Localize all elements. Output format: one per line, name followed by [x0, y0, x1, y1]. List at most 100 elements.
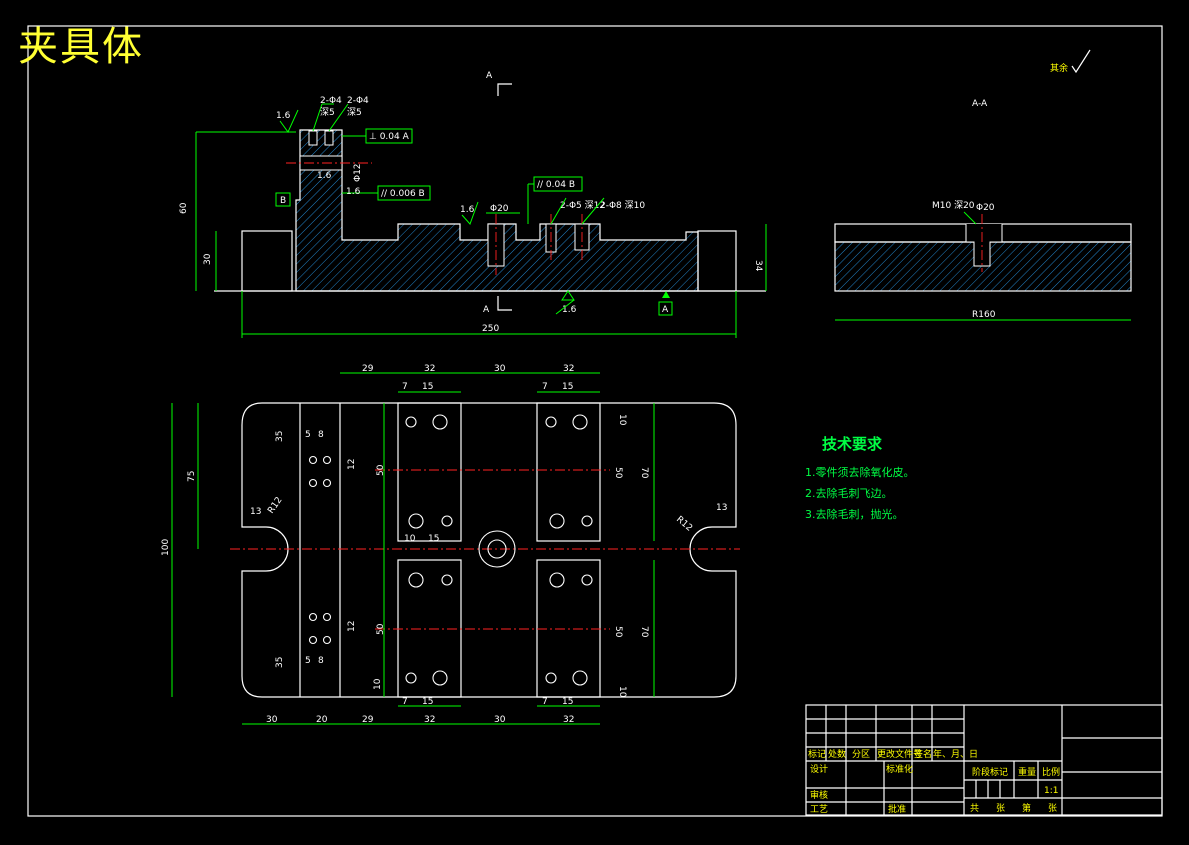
roughness-2: 1.6	[460, 205, 475, 215]
callout-phi8: 2-Φ8 深10	[600, 200, 645, 211]
dim-8-bottom: 8	[318, 656, 324, 666]
dim-top-7a: 7	[402, 382, 408, 392]
section-arrow-bottom	[497, 296, 512, 311]
dim-slot-13-right: 13	[716, 503, 727, 513]
drawing-title: 夹具体	[18, 24, 144, 70]
section-view-label: A-A	[972, 99, 988, 109]
cad-sheet: A A A-A 其余 60 30 34 250 Φ12 2-Φ4 深5 2-Φ4…	[27, 25, 1163, 817]
leader	[550, 197, 567, 225]
dim-250: 250	[482, 324, 499, 334]
surface-note: 其余	[1050, 62, 1068, 74]
dim-15-center: 15	[428, 534, 439, 544]
tb-approve: 批准	[888, 803, 906, 815]
roughness-check-icon	[1071, 49, 1091, 74]
dim-bot-30b: 30	[494, 715, 506, 725]
tol-frame-perp-text: ⊥ 0.04 A	[369, 132, 410, 142]
callout-phi5: 2-Φ5 深12	[560, 200, 605, 211]
dim-5-top: 5	[305, 430, 311, 440]
dim-30: 30	[203, 253, 213, 265]
callout-depth5-b: 深5	[347, 107, 362, 118]
tb-sheets-unit2: 张	[1048, 803, 1057, 814]
dim-bot-7a: 7	[402, 697, 408, 707]
dim-bot-15b: 15	[562, 697, 573, 707]
dim-top-7b: 7	[542, 382, 548, 392]
tb-sheets-no: 第	[1022, 802, 1031, 814]
dim-50-bottom: 50	[376, 623, 386, 635]
dim-bot-7b: 7	[542, 697, 548, 707]
tb-scale-value: 1:1	[1044, 786, 1058, 796]
dim-r-10b: 10	[373, 678, 383, 690]
tb-design: 设计	[810, 763, 828, 775]
tb-sheets-unit1: 张	[996, 803, 1005, 814]
plan-view: 29 32 30 32 7 15 7 15 30 20 29 32 30 32 …	[161, 364, 740, 725]
tech-req-item-3: 3.去除毛刺，抛光。	[805, 507, 904, 521]
callout-2-phi4-a: 2-Φ4	[320, 96, 342, 106]
dim-top-32b: 32	[563, 364, 574, 374]
tb-label-count: 处数	[828, 748, 846, 760]
dim-35-top: 35	[275, 431, 285, 442]
section-hole-m10: M10 深20	[932, 200, 975, 211]
dim-top-32a: 32	[424, 364, 435, 374]
datum-a-triangle-icon	[662, 291, 670, 298]
callout-2-phi4-b: 2-Φ4	[347, 96, 369, 106]
dim-bot-29: 29	[362, 715, 374, 725]
tb-label-date: 年、月、日	[933, 748, 978, 760]
tb-weight: 重量	[1018, 766, 1036, 778]
front-view: 60 30 34 250 Φ12 2-Φ4 深5 2-Φ4 深5 1.6 ⊥ 0…	[179, 96, 767, 338]
tb-review: 审核	[810, 789, 828, 801]
section-arrow-top	[497, 83, 512, 96]
dim-10-center: 10	[404, 534, 416, 544]
dim-bot-15a: 15	[422, 697, 433, 707]
tech-req-item-1: 1.零件须去除氧化皮。	[805, 465, 915, 479]
dim-bore-12: Φ12	[353, 163, 363, 182]
dim-top-15b: 15	[562, 382, 573, 392]
dim-r-10a: 10	[617, 414, 627, 426]
tech-req-item-2: 2.去除毛刺飞边。	[805, 486, 893, 500]
section-view: M10 深20 Φ20 R160	[834, 200, 1132, 321]
dim-slot-r12-left: R12	[266, 495, 284, 515]
section-width-label: R160	[972, 310, 996, 320]
roughness-5: 1.6	[346, 187, 361, 197]
dim-50-top: 50	[376, 464, 386, 476]
dim-100: 100	[161, 539, 171, 556]
datum-b-label: B	[280, 196, 286, 206]
dim-r-10c: 10	[617, 686, 627, 698]
dim-8-top: 8	[318, 430, 324, 440]
dim-r-70b: 70	[639, 626, 649, 638]
tech-req-title: 技术要求	[822, 435, 883, 453]
plan-outline	[241, 402, 737, 698]
datum-a-label: A	[662, 305, 669, 315]
tb-process: 工艺	[810, 804, 828, 815]
tb-stage-mark: 阶段标记	[972, 766, 1008, 778]
section-dia-20: Φ20	[976, 203, 995, 213]
dim-slot-13-left: 13	[250, 507, 261, 517]
dim-35-bottom: 35	[275, 657, 285, 668]
dim-12-top: 12	[347, 459, 357, 470]
top-pin-hole-1	[308, 130, 318, 146]
dim-top-30: 30	[494, 364, 506, 374]
dim-60: 60	[179, 202, 189, 214]
plan-holes	[308, 414, 593, 686]
dim-top-15a: 15	[422, 382, 433, 392]
tb-sheets-total: 共	[970, 803, 979, 814]
section-mark-bottom: A	[483, 305, 490, 315]
tb-label-sign: 签名	[914, 748, 932, 760]
tol-frame-par-b2-text: // 0.04 B	[537, 180, 575, 190]
tol-frame-perp: ⊥ 0.04 A	[342, 128, 413, 144]
roughness-3: 1.6	[562, 305, 577, 315]
top-pin-hole-2	[324, 130, 334, 146]
tb-scale: 比例	[1042, 766, 1060, 778]
drawing-canvas: 夹具体 A A A-A 其余 60 30 34 250 Φ12 2-Φ4 深5 …	[0, 0, 1189, 841]
tol-frame-par-b-text: // 0.006 B	[381, 189, 425, 199]
callout-depth5-a: 深5	[320, 107, 335, 118]
dim-75: 75	[187, 471, 197, 482]
dim-12-bottom: 12	[347, 621, 357, 632]
dim-bot-20: 20	[316, 715, 328, 725]
dim-bot-32a: 32	[424, 715, 435, 725]
dim-bot-32b: 32	[563, 715, 574, 725]
roughness-1: 1.6	[276, 111, 291, 121]
dim-34: 34	[753, 260, 763, 272]
dim-top-29: 29	[362, 364, 374, 374]
dim-5-bottom: 5	[305, 656, 311, 666]
tech-requirements: 技术要求 1.零件须去除氧化皮。 2.去除毛刺飞边。 3.去除毛刺，抛光。	[805, 435, 915, 521]
